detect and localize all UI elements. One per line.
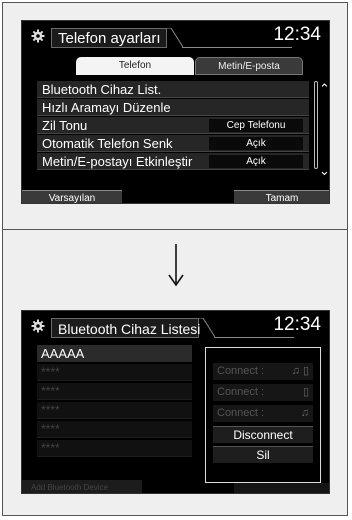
device-item[interactable]: AAAAA bbox=[37, 345, 192, 362]
phone-settings-screen: Telefon ayarları 12:34 Telefon Metin/E-p… bbox=[21, 20, 330, 204]
device-item[interactable]: **** bbox=[37, 402, 192, 419]
bluetooth-device-list-screen: Bluetooth Cihaz Listesi 12:34 AAAAA ****… bbox=[21, 310, 330, 494]
menu-item-value: Açık bbox=[209, 137, 303, 150]
music-phone-icon: ♫ ▯ bbox=[291, 365, 309, 377]
connect-phone-audio-option[interactable]: Connect : ♫ ▯ bbox=[213, 363, 313, 380]
title-tab-edge bbox=[199, 318, 215, 338]
music-icon: ♫ bbox=[300, 407, 309, 419]
device-options-popup: Connect : ♫ ▯ Connect : ▯ Connect : ♫ Di… bbox=[205, 347, 321, 483]
device-item[interactable]: **** bbox=[37, 383, 192, 400]
device-item[interactable]: **** bbox=[37, 364, 192, 381]
title-underline bbox=[214, 337, 294, 338]
menu-item-ringtone[interactable]: Zil Tonu Cep Telefonu bbox=[37, 117, 309, 134]
tab-text-email[interactable]: Metin/E-posta bbox=[195, 57, 303, 75]
clock: 12:34 bbox=[273, 24, 321, 45]
connect-label: Connect : bbox=[217, 386, 265, 398]
menu-item-auto-phone-sync[interactable]: Otomatik Telefon Senk Açık bbox=[37, 135, 309, 152]
menu-item-label: Metin/E-postayı Etkinleştir bbox=[42, 154, 193, 169]
tab-phone[interactable]: Telefon bbox=[76, 57, 194, 75]
disconnect-button[interactable]: Disconnect bbox=[213, 426, 313, 443]
menu-item-label: Zil Tonu bbox=[42, 118, 88, 133]
connect-label: Connect : bbox=[217, 365, 265, 377]
menu-item-edit-speed-dial[interactable]: Hızlı Aramayı Düzenle bbox=[37, 99, 309, 116]
menu-item-value: Açık bbox=[209, 155, 303, 168]
add-bluetooth-device-button[interactable]: Add Bluetooth Device bbox=[22, 480, 142, 493]
title-tab-edge bbox=[167, 28, 183, 48]
device-item[interactable]: **** bbox=[37, 421, 192, 438]
connect-phone-option[interactable]: Connect : ▯ bbox=[213, 384, 313, 401]
connect-audio-option[interactable]: Connect : ♫ bbox=[213, 405, 313, 422]
phone-icon: ▯ bbox=[302, 386, 309, 398]
title-underline bbox=[182, 47, 292, 48]
page-title: Telefon ayarları bbox=[51, 28, 167, 48]
connect-label: Connect : bbox=[217, 407, 265, 419]
menu-item-value: Cep Telefonu bbox=[209, 119, 303, 132]
double-chevron-down-icon[interactable]: ⌄ bbox=[319, 164, 329, 177]
page-title: Bluetooth Cihaz Listesi bbox=[51, 318, 200, 338]
menu-item-label: Otomatik Telefon Senk bbox=[42, 136, 173, 151]
device-item[interactable]: **** bbox=[37, 440, 192, 457]
menu-item-enable-text-email[interactable]: Metin/E-postayı Etkinleştir Açık bbox=[37, 153, 309, 170]
menu-item-label: Bluetooth Cihaz List. bbox=[42, 82, 162, 97]
scrollbar[interactable] bbox=[314, 81, 318, 169]
faint-bottom-button bbox=[234, 483, 329, 493]
delete-button[interactable]: Sil bbox=[213, 446, 313, 463]
gear-icon bbox=[31, 319, 45, 333]
default-button[interactable]: Varsayılan bbox=[22, 190, 122, 203]
gear-icon bbox=[31, 29, 45, 43]
ok-button[interactable]: Tamam bbox=[234, 190, 329, 203]
double-chevron-up-icon[interactable]: ⌃ bbox=[319, 82, 329, 95]
arrow-down-icon bbox=[168, 244, 184, 287]
panel-divider bbox=[2, 229, 348, 230]
menu-item-bluetooth-device-list[interactable]: Bluetooth Cihaz List. bbox=[37, 81, 309, 98]
clock: 12:34 bbox=[273, 314, 321, 335]
menu-item-label: Hızlı Aramayı Düzenle bbox=[42, 100, 171, 115]
